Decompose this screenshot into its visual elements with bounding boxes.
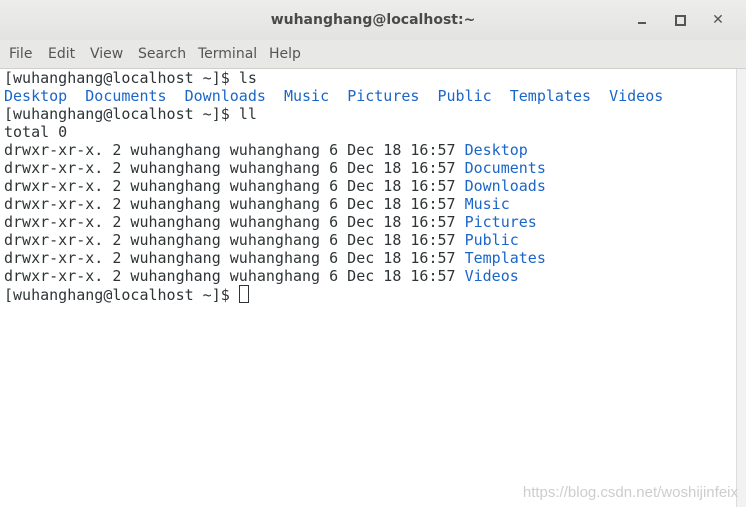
watermark: https://blog.csdn.net/woshijinfeix (522, 484, 738, 501)
command-ls: ls (238, 69, 257, 87)
ll-dir-name: Videos (464, 267, 519, 285)
prompt-line-ll: [wuhanghang@localhost ~]$ ll (4, 105, 257, 123)
ll-row: drwxr-xr-x. 2 wuhanghang wuhanghang 6 De… (4, 177, 546, 195)
ll-row: drwxr-xr-x. 2 wuhanghang wuhanghang 6 De… (4, 213, 537, 231)
total-line: total 0 (4, 123, 68, 141)
title-bar[interactable]: wuhanghang@localhost:~ ✕ (0, 0, 746, 40)
text-cursor (238, 285, 249, 303)
ls-dir: Pictures (347, 87, 420, 105)
ls-dir: Downloads (184, 87, 266, 105)
ll-row: drwxr-xr-x. 2 wuhanghang wuhanghang 6 De… (4, 231, 519, 249)
ll-dir-name: Pictures (464, 213, 537, 231)
minimize-icon (638, 22, 646, 24)
ll-row: drwxr-xr-x. 2 wuhanghang wuhanghang 6 De… (4, 159, 546, 177)
menu-help[interactable]: Help (269, 46, 301, 62)
terminal-area[interactable]: [wuhanghang@localhost ~]$ ls Desktop Doc… (0, 69, 736, 507)
ll-row: drwxr-xr-x. 2 wuhanghang wuhanghang 6 De… (4, 267, 519, 285)
ls-dir: Desktop (4, 87, 68, 105)
ll-row: drwxr-xr-x. 2 wuhanghang wuhanghang 6 De… (4, 141, 528, 159)
command-ll: ll (238, 105, 257, 123)
ll-meta: drwxr-xr-x. 2 wuhanghang wuhanghang 6 De… (4, 195, 465, 213)
ll-dir-name: Desktop (464, 141, 528, 159)
ll-meta: drwxr-xr-x. 2 wuhanghang wuhanghang 6 De… (4, 267, 465, 285)
ll-meta: drwxr-xr-x. 2 wuhanghang wuhanghang 6 De… (4, 159, 465, 177)
ll-meta: drwxr-xr-x. 2 wuhanghang wuhanghang 6 De… (4, 177, 465, 195)
ll-dir-name: Templates (464, 249, 546, 267)
ll-meta: drwxr-xr-x. 2 wuhanghang wuhanghang 6 De… (4, 213, 465, 231)
prompt-line-ls: [wuhanghang@localhost ~]$ ls (4, 69, 257, 87)
menu-search[interactable]: Search (138, 46, 186, 62)
prompt: [wuhanghang@localhost ~]$ (4, 105, 239, 123)
close-button[interactable]: ✕ (706, 8, 730, 32)
maximize-button[interactable] (668, 8, 692, 32)
terminal-window: wuhanghang@localhost:~ ✕ File Edit View … (0, 0, 746, 507)
menu-terminal[interactable]: Terminal (198, 46, 257, 62)
menu-bar: File Edit View Search Terminal Help (0, 40, 746, 69)
ll-dir-name: Public (464, 231, 519, 249)
ll-dir-name: Downloads (464, 177, 546, 195)
ls-dir: Music (283, 87, 330, 105)
ll-dir-name: Documents (464, 159, 546, 177)
minimize-button[interactable] (630, 8, 654, 32)
close-icon: ✕ (712, 12, 724, 28)
prompt: [wuhanghang@localhost ~]$ (4, 286, 239, 304)
ls-dir: Templates (509, 87, 592, 105)
ls-dir: Documents (85, 87, 167, 105)
ls-output-line: Desktop Documents Downloads Music Pictur… (4, 87, 663, 105)
prompt: [wuhanghang@localhost ~]$ (4, 69, 239, 87)
ls-dir: Videos (609, 87, 664, 105)
ll-row: drwxr-xr-x. 2 wuhanghang wuhanghang 6 De… (4, 249, 546, 267)
menu-view[interactable]: View (90, 46, 123, 62)
ls-dir: Public (437, 87, 492, 105)
maximize-icon (674, 14, 686, 26)
ll-dir-name: Music (464, 195, 510, 213)
ll-meta: drwxr-xr-x. 2 wuhanghang wuhanghang 6 De… (4, 249, 465, 267)
ll-meta: drwxr-xr-x. 2 wuhanghang wuhanghang 6 De… (4, 141, 465, 159)
terminal-scrollbar[interactable] (736, 69, 746, 507)
menu-edit[interactable]: Edit (48, 46, 75, 62)
menu-file[interactable]: File (9, 46, 32, 62)
ll-row: drwxr-xr-x. 2 wuhanghang wuhanghang 6 De… (4, 195, 510, 213)
ll-meta: drwxr-xr-x. 2 wuhanghang wuhanghang 6 De… (4, 231, 465, 249)
active-prompt-line[interactable]: [wuhanghang@localhost ~]$ (4, 285, 249, 304)
